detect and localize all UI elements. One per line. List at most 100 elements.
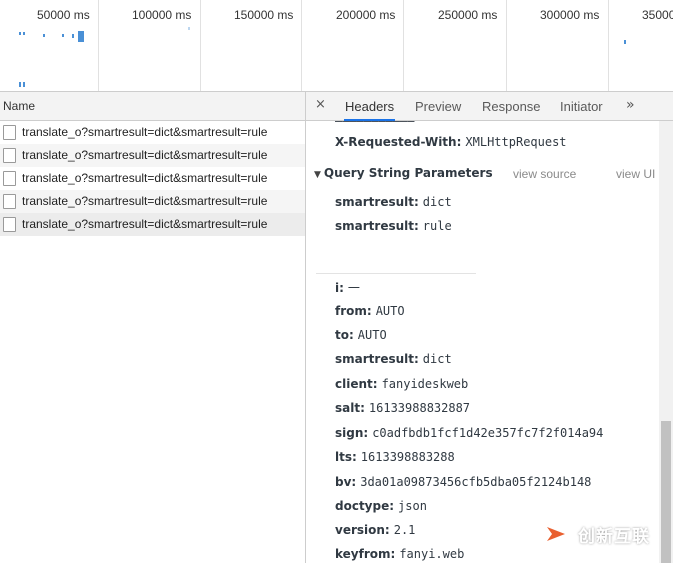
more-tabs-icon[interactable]: » [626, 97, 634, 113]
param-value: rule [422, 219, 452, 233]
form-key: sign: [335, 426, 369, 440]
form-key: smartresult: [335, 352, 419, 366]
request-row[interactable]: translate_o?smartresult=dict&smartresult… [0, 167, 305, 190]
form-value: AUTO [375, 304, 405, 318]
header-key: X-Requested-With: [335, 135, 462, 149]
form-value: 16133988832887 [368, 401, 471, 415]
request-name: translate_o?smartresult=dict&smartresult… [22, 171, 268, 185]
form-key: i: [335, 281, 344, 295]
form-key: bv: [335, 475, 357, 489]
timeline-mark [78, 31, 84, 42]
request-row[interactable]: translate_o?smartresult=dict&smartresult… [0, 121, 305, 144]
form-key: lts: [335, 450, 357, 464]
tick-label: 35000 [642, 8, 673, 22]
tick-line [200, 0, 201, 91]
name-column-header[interactable]: Name [0, 92, 305, 121]
timeline-mark [19, 32, 21, 35]
clipped-header-row: ——————————— [335, 121, 415, 128]
tab-response[interactable]: Response [482, 92, 541, 121]
form-key: doctype: [335, 499, 395, 513]
timeline-mark [23, 82, 25, 87]
collapse-triangle-icon[interactable]: ▼ [314, 170, 321, 180]
timeline-mark [624, 40, 626, 44]
tab-initiator[interactable]: Initiator [560, 92, 603, 121]
form-key: to: [335, 328, 354, 342]
query-param-row: smartresult: rule [335, 219, 452, 233]
document-icon [3, 148, 16, 163]
form-key: version: [335, 523, 390, 537]
form-value: AUTO [357, 328, 387, 342]
form-data-row: client: fanyideskweb [335, 377, 468, 391]
document-icon [3, 171, 16, 186]
view-source-link[interactable]: view source [513, 167, 576, 181]
form-data-row: bv: 3da01a09873456cfb5dba05f2124b148 [335, 475, 591, 489]
form-data-row: sign: c0adfbdb1fcf1d42e357fc7f2f014a94 [335, 426, 603, 440]
request-list: Name translate_o?smartresult=dict&smartr… [0, 92, 306, 563]
watermark: 创新互联 [538, 514, 673, 554]
request-name: translate_o?smartresult=dict&smartresult… [22, 194, 268, 208]
tab-preview[interactable]: Preview [415, 92, 461, 121]
request-name: translate_o?smartresult=dict&smartresult… [22, 125, 268, 139]
timeline-mark [19, 82, 21, 87]
close-icon[interactable]: × [315, 97, 326, 112]
headers-content: ——————————— X-Requested-With: XMLHttpRequ… [306, 121, 659, 563]
form-value: 3da01a09873456cfb5dba05f2124b148 [360, 475, 592, 489]
details-tabbar: × Headers Preview Response Initiator » [306, 92, 673, 121]
form-data-row: salt: 16133988832887 [335, 401, 470, 415]
form-key: client: [335, 377, 378, 391]
tick-line [506, 0, 507, 91]
request-row[interactable]: translate_o?smartresult=dict&smartresult… [0, 190, 305, 213]
form-value: dict [422, 352, 452, 366]
tick-label: 150000 ms [234, 8, 294, 22]
network-overview[interactable]: 50000 ms 100000 ms 150000 ms 200000 ms 2… [0, 0, 673, 92]
tick-label: 250000 ms [438, 8, 498, 22]
form-data-row: to: AUTO [335, 328, 387, 342]
timeline-mark [72, 34, 74, 38]
timeline-mark [188, 27, 190, 30]
form-data-row: keyfrom: fanyi.web [335, 547, 464, 561]
form-data-row: lts: 1613398883288 [335, 450, 455, 464]
form-data-row: version: 2.1 [335, 523, 415, 537]
watermark-logo-icon [538, 516, 574, 552]
form-value: 一 [347, 281, 360, 295]
tick-label: 300000 ms [540, 8, 600, 22]
form-data-row: doctype: json [335, 499, 427, 513]
form-value: json [398, 499, 427, 513]
form-key: from: [335, 304, 372, 318]
param-key: smartresult: [335, 195, 419, 209]
document-icon [3, 194, 16, 209]
section-title: Query String Parameters [323, 166, 493, 180]
vertical-scrollbar[interactable] [659, 121, 673, 563]
tab-headers[interactable]: Headers [344, 92, 396, 121]
request-name: translate_o?smartresult=dict&smartresult… [22, 148, 268, 162]
request-row-selected[interactable]: translate_o?smartresult=dict&smartresult… [0, 213, 305, 236]
tick-line [98, 0, 99, 91]
form-value: 2.1 [393, 523, 416, 537]
tick-line [608, 0, 609, 91]
form-value: c0adfbdb1fcf1d42e357fc7f2f014a94 [372, 426, 604, 440]
tick-label: 100000 ms [132, 8, 192, 22]
form-data-row: from: AUTO [335, 304, 405, 318]
header-value: XMLHttpRequest [465, 135, 567, 149]
request-row[interactable]: translate_o?smartresult=dict&smartresult… [0, 144, 305, 167]
request-details-panel: × Headers Preview Response Initiator » —… [306, 92, 673, 563]
watermark-text: 创新互联 [578, 527, 650, 547]
form-value: fanyi.web [399, 547, 465, 561]
timeline-mark [62, 34, 64, 37]
timeline-mark [23, 32, 25, 35]
document-icon [3, 125, 16, 140]
tick-label: 200000 ms [336, 8, 396, 22]
document-icon [3, 217, 16, 232]
header-row: X-Requested-With: XMLHttpRequest [335, 135, 567, 149]
form-value: 1613398883288 [360, 450, 455, 464]
timeline-mark [43, 34, 45, 37]
form-data-row: smartresult: dict [335, 352, 452, 366]
query-string-section-header[interactable]: ▼ Query String Parameters [314, 166, 493, 180]
view-url-link[interactable]: view UI [616, 167, 655, 181]
request-name: translate_o?smartresult=dict&smartresult… [22, 217, 268, 231]
section-divider [316, 273, 476, 274]
form-key: salt: [335, 401, 365, 415]
form-value: fanyideskweb [381, 377, 469, 391]
form-key: keyfrom: [335, 547, 396, 561]
tick-label: 50000 ms [37, 8, 90, 22]
